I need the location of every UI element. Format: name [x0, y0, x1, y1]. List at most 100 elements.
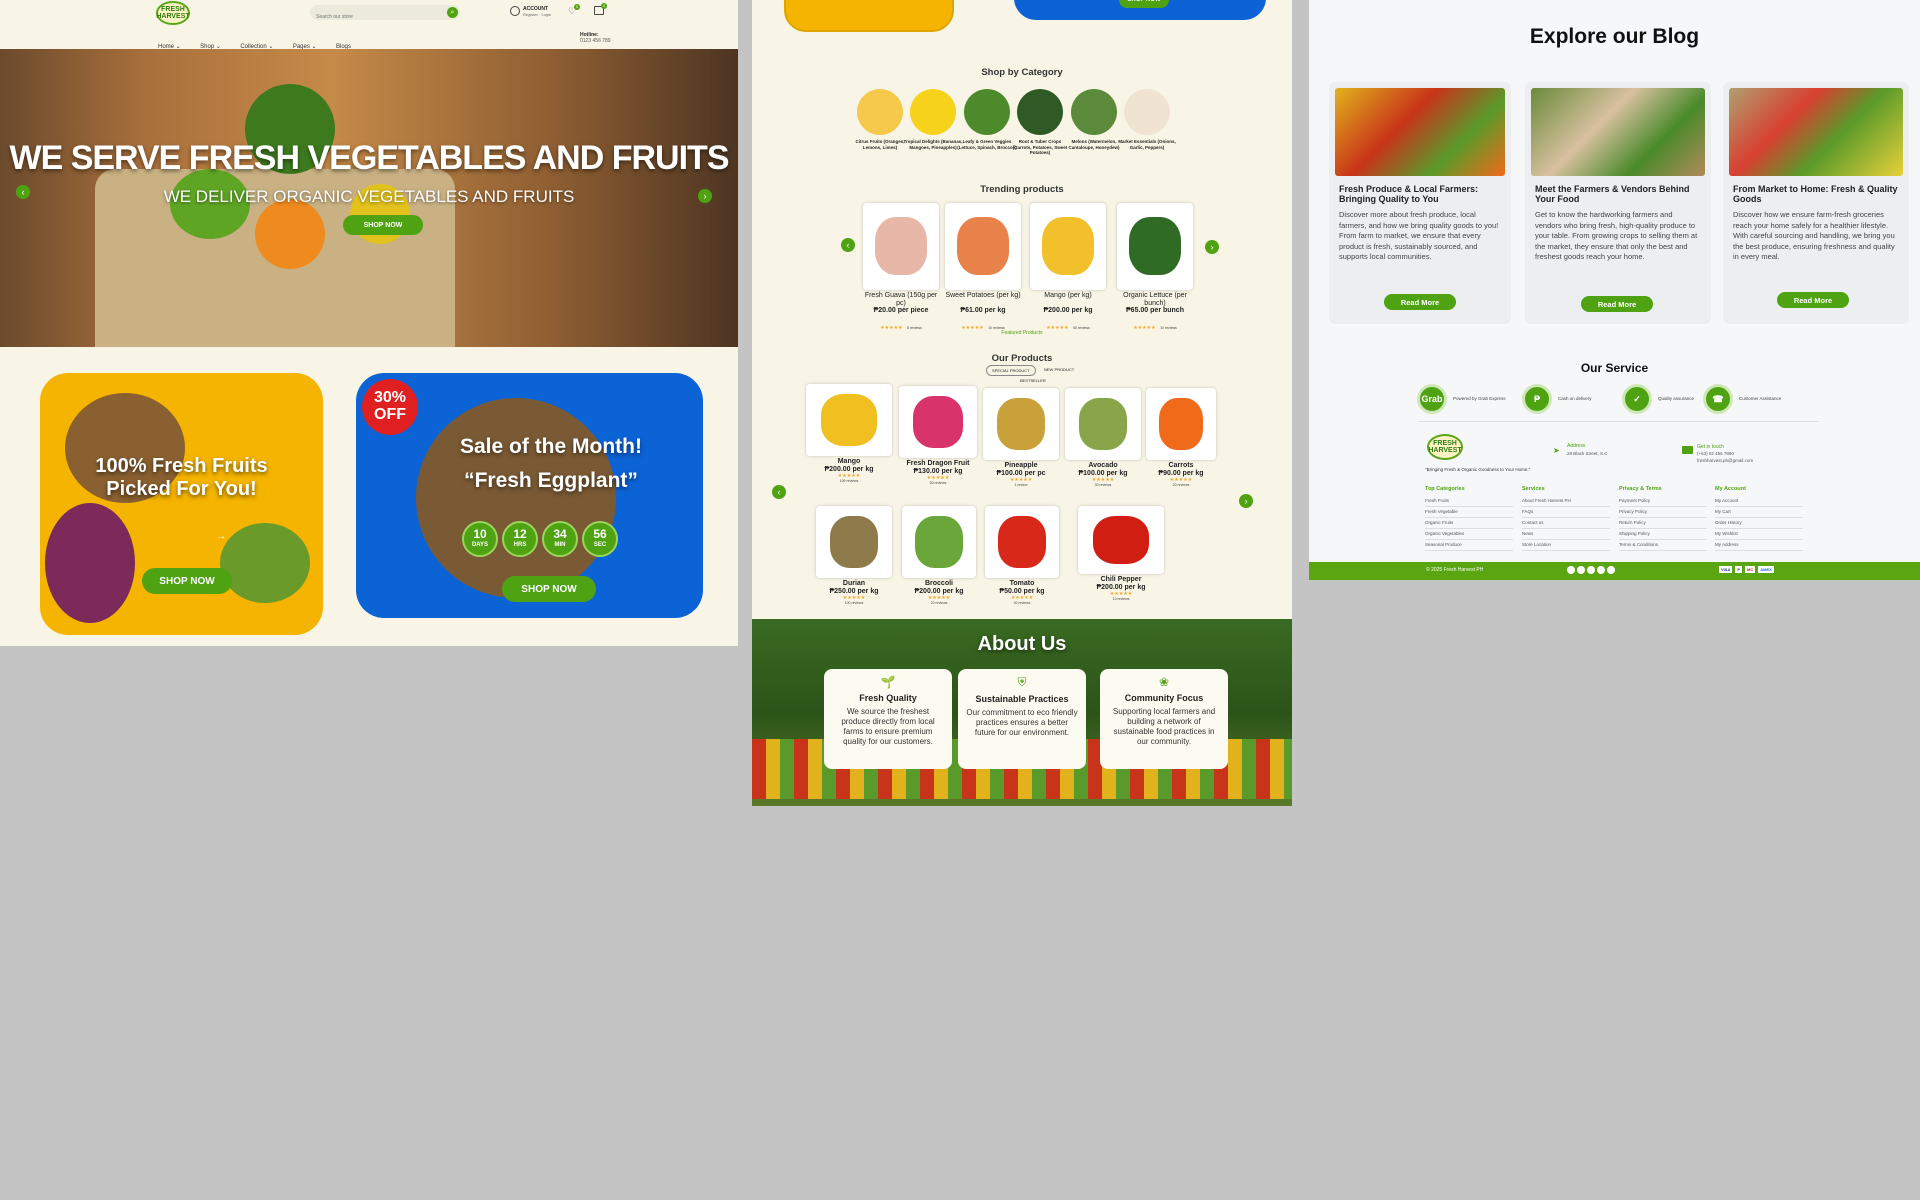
contact-email: freshharvest.ph@gmail.com [1697, 458, 1754, 463]
footer-link[interactable]: Privacy Policy [1619, 507, 1707, 518]
promo2-shop-now-button[interactable]: SHOP NOW [502, 576, 596, 602]
product-image[interactable] [1065, 388, 1141, 460]
trending-product-image[interactable] [945, 203, 1021, 290]
footer-link[interactable]: Shipping Policy [1619, 529, 1707, 540]
blog-card[interactable]: Fresh Produce & Local Farmers: Bringing … [1329, 82, 1511, 324]
review-count: 8 reviews [907, 326, 922, 330]
product-name[interactable]: Carrots [1138, 462, 1224, 469]
category-label[interactable]: Root & Tuber Crops (Carrots, Potatoes, S… [1009, 139, 1071, 156]
footer-link[interactable]: My Address [1715, 540, 1803, 551]
tab-special-product[interactable]: SPECIAL PRODUCT [986, 365, 1036, 376]
read-more-button[interactable]: Read More [1581, 296, 1653, 312]
cart-icon[interactable]: 0 [594, 3, 607, 15]
footer-column: Top Categories Fresh Fruits Fresh Vegetabl… [1425, 486, 1513, 551]
footer-link[interactable]: Seasonal Produce [1425, 540, 1513, 551]
product-image[interactable] [1078, 506, 1164, 574]
category-circle[interactable] [910, 89, 956, 135]
footer-link[interactable]: Contact us [1522, 518, 1610, 529]
footer-link[interactable]: Terms & Conditions [1619, 540, 1707, 551]
hero-shop-now-button[interactable]: SHOP NOW [343, 215, 423, 235]
category-label[interactable]: Market Essentials (Onions, Garlic, Peppe… [1116, 139, 1178, 150]
product-name[interactable]: Durian [808, 580, 900, 587]
p2-shop-now-button[interactable]: SHOP NOW [1119, 0, 1169, 8]
read-more-button[interactable]: Read More [1777, 292, 1849, 308]
promo1-shop-now-button[interactable]: SHOP NOW [142, 568, 232, 594]
about-card-title: Community Focus [1124, 693, 1204, 703]
instagram-icon[interactable] [1597, 566, 1605, 574]
read-more-button[interactable]: Read More [1384, 294, 1456, 310]
footer-link[interactable]: Fresh Vegetable [1425, 507, 1513, 518]
footer-link[interactable]: My Wishlist [1715, 529, 1803, 540]
product-image[interactable] [985, 506, 1059, 578]
account-link[interactable]: ACCOUNT Register · Login [510, 6, 551, 17]
trending-product-image[interactable] [1030, 203, 1106, 290]
trending-next-arrow-icon[interactable]: › [1205, 240, 1219, 254]
category-circle[interactable] [857, 89, 903, 135]
products-next-arrow-icon[interactable]: › [1239, 494, 1253, 508]
about-title: About Us [977, 633, 1067, 655]
youtube-icon[interactable] [1607, 566, 1615, 574]
footer-link[interactable]: Return Policy [1619, 518, 1707, 529]
product-image[interactable] [806, 384, 892, 456]
footer-link[interactable]: Organic Fruits [1425, 518, 1513, 529]
messenger-icon[interactable] [1567, 566, 1575, 574]
product-image[interactable] [1146, 388, 1216, 460]
promo-sale-card[interactable]: 30% OFF Sale of the Month! “Fresh Eggpla… [356, 373, 703, 618]
location-icon: ➤ [1553, 446, 1560, 455]
product-name[interactable]: Fresh Dragon Fruit [891, 460, 985, 467]
tab-new-product[interactable]: NEW PRODUCT [1044, 367, 1074, 372]
trending-product-image[interactable] [1117, 203, 1193, 290]
footer-link[interactable]: Payment Policy [1619, 496, 1707, 507]
products-prev-arrow-icon[interactable]: ‹ [772, 485, 786, 499]
countdown-days: 10 DAYS [462, 521, 498, 557]
footer-link[interactable]: Order History [1715, 518, 1803, 529]
facebook-icon[interactable] [1577, 566, 1585, 574]
tab-bestseller[interactable]: BESTSELLER [1020, 378, 1046, 383]
trending-product-image[interactable] [863, 203, 939, 290]
product-image[interactable] [816, 506, 892, 578]
hero-prev-arrow-icon[interactable]: ‹ [16, 185, 30, 199]
product-image[interactable] [983, 388, 1059, 460]
trending-product-name[interactable]: Sweet Potatoes (per kg) [941, 292, 1025, 300]
category-circle[interactable] [1124, 89, 1170, 135]
search-button[interactable]: ⌕ [447, 7, 458, 18]
stars-icon: ★★★★★ [961, 325, 984, 331]
category-circle[interactable] [964, 89, 1010, 135]
cart-count: 0 [601, 3, 607, 9]
seconds-unit: SEC [593, 542, 607, 548]
category-label[interactable]: Tropical Delights (Bananas, Mangoes, Pin… [902, 139, 964, 150]
promo-fresh-fruits-card[interactable]: 100% Fresh Fruits Picked For You! → SHOP… [40, 373, 323, 635]
product-image[interactable] [902, 506, 976, 578]
wishlist-icon[interactable]: ♡ 0 [568, 4, 580, 17]
blog-card[interactable]: Meet the Farmers & Vendors Behind Your F… [1525, 82, 1711, 324]
logo[interactable]: FRESH HARVEST [156, 1, 190, 25]
product-price: ₱130.00 per kg [913, 468, 963, 475]
product-image[interactable] [899, 386, 977, 458]
category-circle[interactable] [1071, 89, 1117, 135]
footer-link[interactable]: News [1522, 529, 1610, 540]
product-name[interactable]: Broccoli [894, 580, 984, 587]
product-name[interactable]: Avocado [1057, 462, 1149, 469]
footer-link[interactable]: Organic Vegetables [1425, 529, 1513, 540]
footer-link[interactable]: My Cart [1715, 507, 1803, 518]
hero-next-arrow-icon[interactable]: › [698, 189, 712, 203]
blog-card[interactable]: From Market to Home: Fresh & Quality Goo… [1723, 82, 1909, 324]
product-name[interactable]: Tomato [977, 580, 1067, 587]
footer-link[interactable]: Fresh Fruits [1425, 496, 1513, 507]
product-name[interactable]: Chili Pepper [1070, 576, 1172, 583]
product-name[interactable]: Pineapple [975, 462, 1067, 469]
footer-link[interactable]: About Fresh Harvest PH [1522, 496, 1610, 507]
product-name[interactable]: Mango [798, 458, 900, 465]
footer-link[interactable]: Store Location [1522, 540, 1610, 551]
footer-logo[interactable]: FRESH HARVEST [1427, 434, 1463, 460]
trending-product-price: ₱200.00 per kg [1043, 307, 1093, 314]
trending-product-name[interactable]: Mango (per kg) [1026, 292, 1110, 300]
trending-prev-arrow-icon[interactable]: ‹ [841, 238, 855, 252]
category-circle[interactable] [1017, 89, 1063, 135]
footer-link[interactable]: FAQs [1522, 507, 1610, 518]
x-icon[interactable] [1587, 566, 1595, 574]
trending-product-name[interactable]: Fresh Guava (150g per pc) [859, 292, 943, 307]
footer-link[interactable]: My Account [1715, 496, 1803, 507]
search-input[interactable] [310, 9, 430, 25]
trending-product-name[interactable]: Organic Lettuce (per bunch) [1113, 292, 1197, 307]
